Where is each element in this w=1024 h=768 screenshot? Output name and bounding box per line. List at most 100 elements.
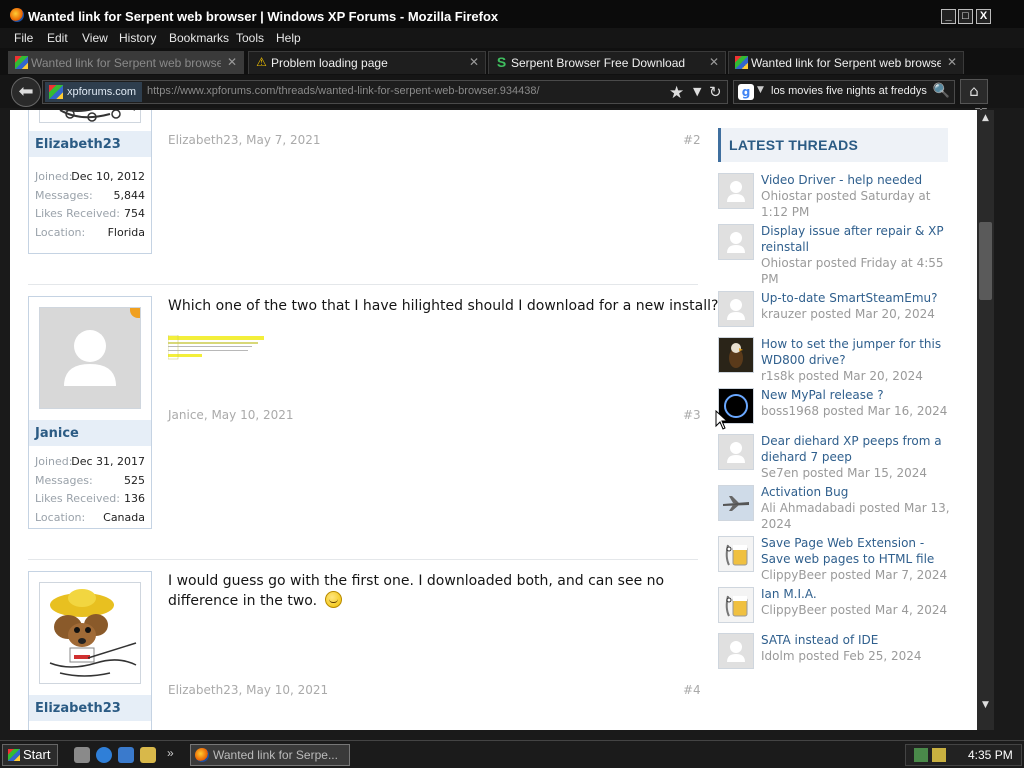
url-text[interactable]: https://www.xpforums.com/threads/wanted-…: [147, 85, 540, 97]
site-identity-badge[interactable]: xpforums.com: [45, 82, 143, 102]
menu-view[interactable]: View: [82, 31, 108, 45]
thread-avatar[interactable]: [718, 291, 754, 327]
google-icon[interactable]: g: [738, 84, 754, 100]
thread-avatar[interactable]: [718, 224, 754, 260]
vertical-scrollbar[interactable]: ▲ ▼: [977, 110, 994, 730]
reload-icon[interactable]: ↻: [709, 83, 722, 101]
thread-avatar[interactable]: [718, 633, 754, 669]
show-desktop-icon[interactable]: [74, 747, 90, 763]
thread-title[interactable]: Activation Bug: [761, 484, 951, 500]
post-author-name[interactable]: Elizabeth23: [29, 131, 151, 157]
stat-value: Florida: [107, 226, 145, 239]
airplane-avatar-image: [723, 496, 749, 511]
menu-file[interactable]: File: [14, 31, 33, 45]
tab-serpent-download[interactable]: S Serpent Browser Free Download ✕: [488, 51, 726, 74]
menu-edit[interactable]: Edit: [47, 31, 68, 45]
attached-screenshot-thumbnail[interactable]: [167, 334, 264, 361]
search-icon[interactable]: 🔍: [933, 83, 950, 99]
home-button[interactable]: ⌂: [960, 79, 988, 104]
thread-title[interactable]: Up-to-date SmartSteamEmu?: [761, 290, 951, 306]
stat-value[interactable]: 5,844: [114, 189, 146, 202]
tab-label: Serpent Browser Free Download: [511, 56, 686, 70]
tab-close-icon[interactable]: ✕: [947, 55, 957, 69]
scroll-down-arrow-icon[interactable]: ▼: [979, 699, 992, 712]
taskbar-item-label: Wanted link for Serpe...: [213, 748, 338, 762]
thread-title[interactable]: Display issue after repair & XP reinstal…: [761, 223, 951, 255]
tab-close-icon[interactable]: ✕: [227, 55, 237, 69]
taskbar: Start » Wanted link for Serpe... 4:35 PM: [0, 740, 1024, 768]
system-tray: 4:35 PM: [905, 744, 1022, 766]
stat-joined: Joined: Dec 10, 2012: [35, 170, 145, 183]
thread-avatar[interactable]: [718, 173, 754, 209]
tab-problem-loading[interactable]: ⚠ Problem loading page ✕: [248, 51, 486, 74]
thread-meta: krauzer posted Mar 20, 2024: [761, 307, 935, 321]
thread-title[interactable]: New MyPal release ?: [761, 387, 951, 403]
maximize-button[interactable]: □: [958, 9, 973, 24]
serpent-s-icon: S: [496, 54, 507, 70]
thread-title[interactable]: How to set the jumper for this WD800 dri…: [761, 336, 951, 368]
post-meta[interactable]: Elizabeth23, May 7, 2021: [168, 133, 321, 147]
user-avatar[interactable]: [39, 582, 141, 684]
thread-avatar[interactable]: [718, 434, 754, 470]
menu-bookmarks[interactable]: Bookmarks: [169, 31, 229, 45]
thread-avatar[interactable]: [718, 485, 754, 521]
thread-title[interactable]: Dear diehard XP peeps from a diehard 7 p…: [761, 433, 951, 465]
mouse-pointer-icon: [715, 410, 729, 430]
taskbar-item-firefox[interactable]: Wanted link for Serpe...: [190, 744, 350, 766]
post-permalink[interactable]: #4: [683, 683, 701, 697]
tab-wanted-link-active[interactable]: Wanted link for Serpent web browser |...…: [8, 51, 244, 74]
start-button[interactable]: Start: [2, 744, 58, 766]
minimize-button[interactable]: _: [941, 9, 956, 24]
post-meta[interactable]: Elizabeth23, May 10, 2021: [168, 683, 328, 697]
stat-likes: Likes Received: 754: [35, 207, 145, 220]
stat-label: Location:: [35, 226, 86, 239]
search-bar[interactable]: g ▼ los movies five nights at freddys 🔍: [733, 80, 955, 104]
stat-value[interactable]: 525: [124, 474, 145, 487]
stat-messages: Messages: 5,844: [35, 189, 145, 202]
post-author-name[interactable]: Elizabeth23: [29, 695, 151, 721]
thread-title[interactable]: SATA instead of IDE: [761, 632, 951, 648]
user-avatar[interactable]: [39, 110, 141, 123]
tab-label: Wanted link for Serpent web browser |...: [31, 56, 221, 70]
thread-title[interactable]: Ian M.I.A.: [761, 586, 951, 602]
scrollbar-thumb[interactable]: [979, 222, 992, 300]
clock[interactable]: 4:35 PM: [968, 748, 1013, 762]
post-meta[interactable]: Janice, May 10, 2021: [168, 408, 294, 422]
tab-wanted-link-2[interactable]: Wanted link for Serpent web browser |...…: [728, 51, 964, 74]
dropdown-arrow-icon[interactable]: ▼: [693, 85, 701, 98]
post-permalink[interactable]: #2: [683, 133, 701, 147]
thread-meta: Idolm posted Feb 25, 2024: [761, 649, 922, 663]
search-engine-dropdown-icon[interactable]: ▼: [757, 85, 764, 95]
user-avatar[interactable]: [39, 307, 141, 409]
back-arrow-icon: ⬅: [18, 81, 34, 102]
tab-close-icon[interactable]: ✕: [709, 55, 719, 69]
menu-tools[interactable]: Tools: [236, 31, 264, 45]
network-tray-icon[interactable]: [914, 748, 928, 762]
post-permalink[interactable]: #3: [683, 408, 701, 422]
thread-avatar[interactable]: [718, 337, 754, 373]
tab-close-icon[interactable]: ✕: [469, 55, 479, 69]
internet-explorer-icon[interactable]: [96, 747, 112, 763]
bookmark-star-icon[interactable]: ★: [669, 83, 684, 103]
thread-title[interactable]: Video Driver - help needed: [761, 172, 951, 188]
quicklaunch-overflow-icon[interactable]: »: [167, 746, 174, 760]
post-author-name[interactable]: Janice: [29, 420, 151, 446]
url-bar[interactable]: xpforums.com https://www.xpforums.com/th…: [42, 80, 728, 104]
search-input[interactable]: los movies five nights at freddys: [771, 85, 927, 97]
stat-label: Likes Received:: [35, 492, 120, 505]
thread-avatar[interactable]: [718, 587, 754, 623]
back-button[interactable]: ⬅: [11, 77, 41, 107]
scroll-up-arrow-icon[interactable]: ▲: [979, 112, 992, 125]
thread-title[interactable]: Save Page Web Extension - Save web pages…: [761, 535, 951, 567]
media-player-icon[interactable]: [118, 747, 134, 763]
menu-help[interactable]: Help: [276, 31, 301, 45]
thread-avatar[interactable]: [718, 536, 754, 572]
security-tray-icon[interactable]: [932, 748, 946, 762]
folder-search-icon[interactable]: [140, 747, 156, 763]
close-button[interactable]: X: [976, 9, 991, 24]
default-avatar-icon: [727, 299, 745, 320]
window-title-bar[interactable]: Wanted link for Serpent web browser | Wi…: [0, 0, 1024, 28]
thread-meta: Ali Ahmadabadi posted Mar 13, 2024: [761, 501, 950, 531]
speedy-gonzales-avatar-image: [59, 110, 135, 122]
menu-history[interactable]: History: [119, 31, 156, 45]
